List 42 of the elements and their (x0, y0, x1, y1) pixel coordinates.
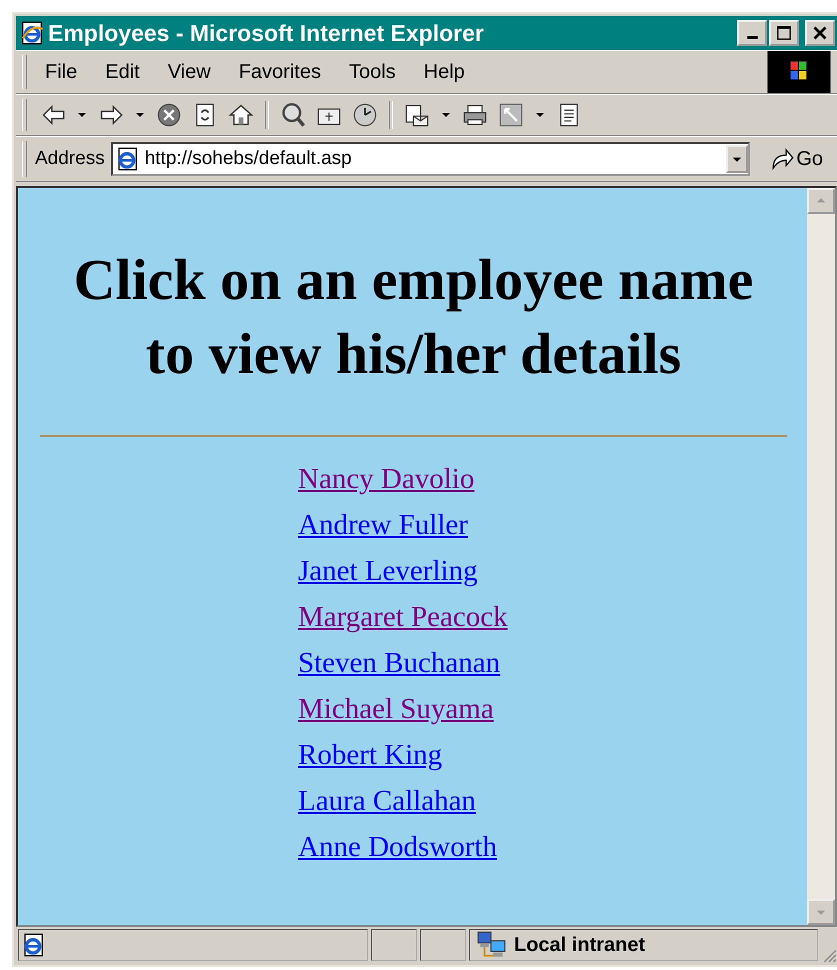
minimize-button[interactable] (737, 20, 767, 46)
menu-item[interactable]: View (158, 58, 225, 86)
go-button[interactable]: Go (750, 146, 837, 172)
employee-link[interactable]: Nancy Davolio (298, 463, 474, 495)
menu-item[interactable]: Favorites (228, 58, 335, 86)
employee-link[interactable]: Janet Leverling (298, 555, 478, 587)
caret-icon (136, 113, 144, 117)
clock-icon (352, 102, 378, 128)
employee-link[interactable]: Michael Suyama (298, 693, 494, 725)
employee-link[interactable]: Anne Dodsworth (298, 831, 497, 863)
dropdown-button[interactable] (726, 145, 748, 173)
security-zone-label: Local intranet (514, 934, 646, 956)
edit-icon (498, 102, 524, 128)
employee-link[interactable]: Margaret Peacock (298, 601, 508, 633)
employee-link[interactable]: Andrew Fuller (298, 509, 468, 541)
close-button[interactable] (805, 20, 835, 46)
status-pane (420, 929, 466, 961)
address-label: Address (35, 148, 105, 170)
window-title: Employees - Microsoft Internet Explorer (48, 20, 485, 46)
stop-icon (156, 102, 182, 128)
menu-item[interactable]: File (35, 58, 92, 86)
caret-icon (78, 113, 86, 117)
ie-icon (20, 21, 44, 45)
caret-icon (442, 113, 450, 117)
page-heading: Click on an employee name to view his/her details (72, 246, 754, 388)
employee-link[interactable]: Robert King (298, 739, 442, 771)
mail-icon (404, 102, 430, 128)
employee-link[interactable]: Steven Buchanan (298, 647, 500, 679)
minimize-icon (746, 36, 758, 39)
resize-grip-icon[interactable] (821, 947, 837, 963)
printer-icon (462, 102, 488, 128)
status-pane (371, 929, 417, 961)
forward-arrow-icon (98, 102, 124, 128)
menu-item[interactable]: Help (414, 58, 479, 86)
menu-item[interactable]: Edit (95, 58, 154, 86)
menu-item[interactable]: Tools (338, 58, 410, 86)
address-field[interactable]: http://sohebs/default.asp (110, 142, 750, 176)
employee-link[interactable]: Laura Callahan (298, 785, 476, 817)
search-icon (280, 102, 306, 128)
home-icon (228, 102, 254, 128)
caret-icon (536, 113, 544, 117)
maximize-button[interactable] (769, 20, 799, 46)
